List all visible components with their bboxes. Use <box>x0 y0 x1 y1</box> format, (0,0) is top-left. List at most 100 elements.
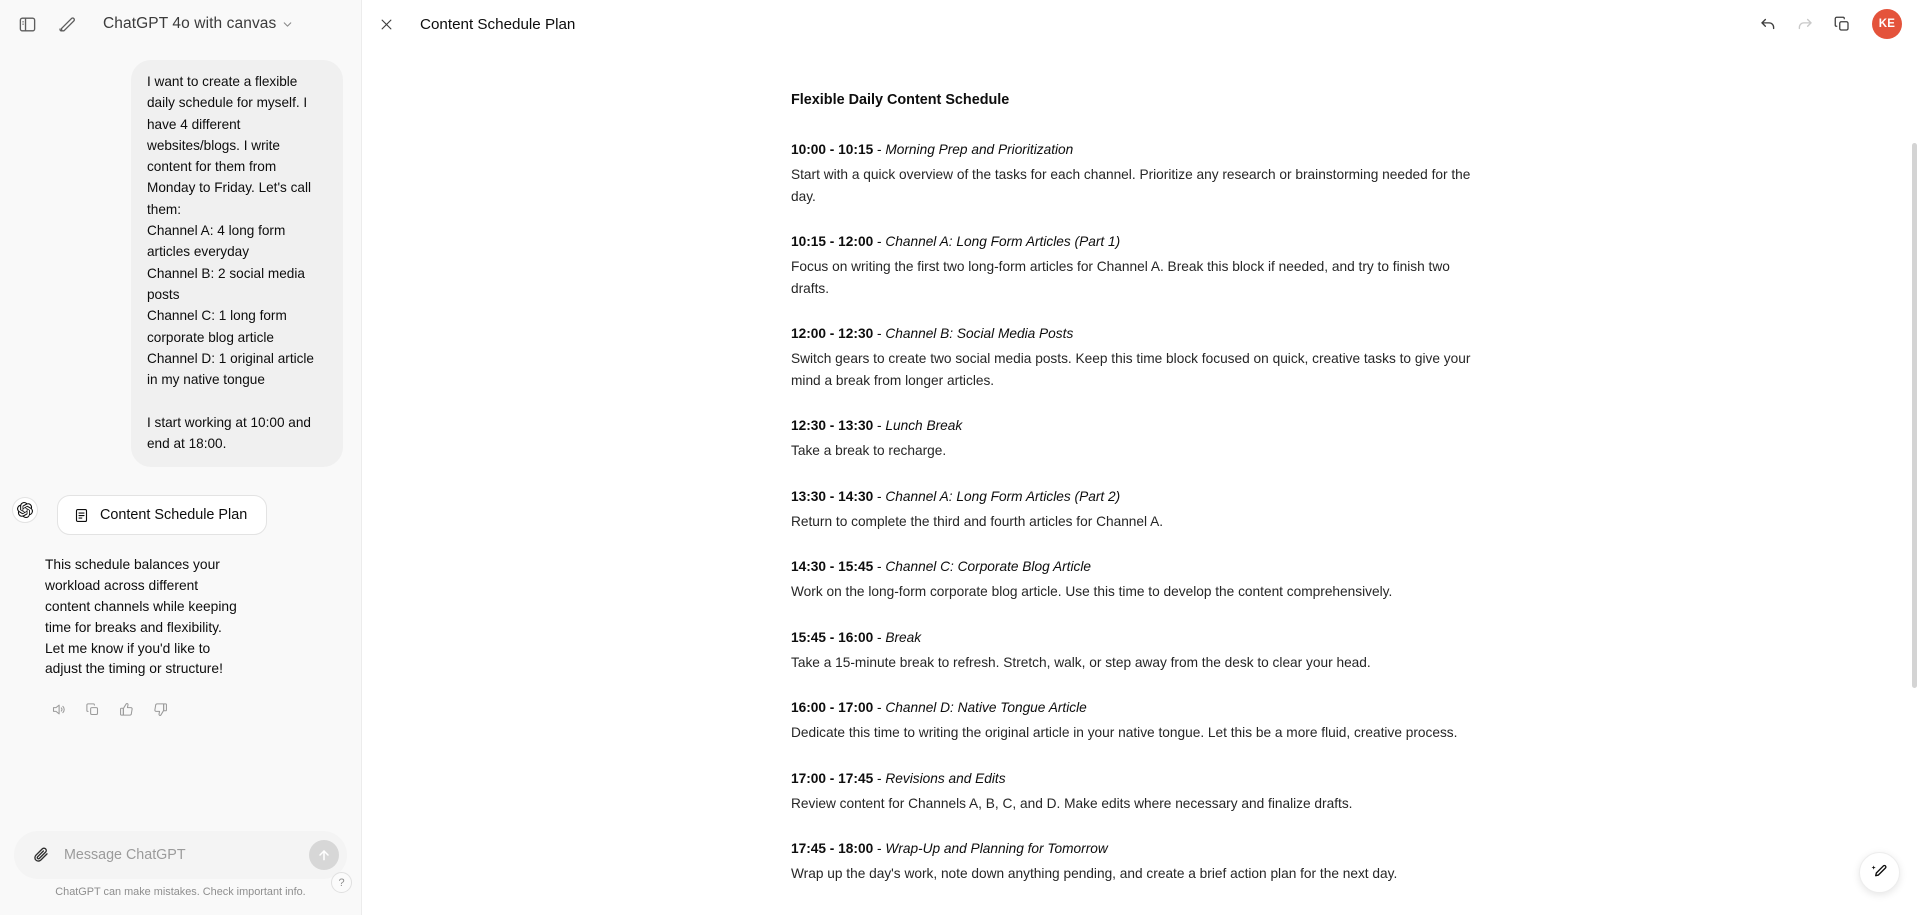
schedule-entry: 17:00 - 17:45 - Revisions and Edits Revie… <box>791 769 1491 815</box>
schedule-entry-separator: - <box>873 700 886 715</box>
schedule-entry-title: Channel B: Social Media Posts <box>885 326 1074 341</box>
close-icon <box>381 19 391 29</box>
edit-with-ai-button[interactable] <box>1859 852 1900 893</box>
schedule-entry-time: 17:45 - 18:00 <box>791 841 874 856</box>
schedule-entry-separator: - <box>873 326 886 341</box>
schedule-entry-time: 12:00 - 12:30 <box>791 326 874 341</box>
attach-file-button[interactable] <box>26 840 56 870</box>
message-input[interactable] <box>64 831 301 879</box>
schedule-entry-description: Return to complete the third and fourth … <box>791 513 1164 529</box>
model-name-label: ChatGPT 4o with canvas <box>103 15 277 32</box>
schedule-entry-description: Take a break to recharge. <box>791 443 947 458</box>
canvas-card-label: Content Schedule Plan <box>100 507 248 524</box>
schedule-entry-header: 16:00 - 17:00 - Channel D: Native Tongue… <box>791 698 1491 718</box>
schedule-entry-title: Lunch Break <box>885 418 963 433</box>
new-chat-button[interactable] <box>50 7 84 41</box>
scrollbar-thumb[interactable] <box>1912 143 1917 688</box>
paperclip-icon <box>34 847 48 862</box>
schedule-entry-description: Wrap up the day's work, note down anythi… <box>791 866 1398 881</box>
user-message-row: I want to create a flexible daily schedu… <box>0 48 361 468</box>
schedule-entry-title: Channel A: Long Form Articles (Part 2) <box>885 488 1121 504</box>
schedule-entry-list: 10:00 - 10:15 - Morning Prep and Priorit… <box>791 140 1491 885</box>
speaker-icon <box>52 704 65 715</box>
schedule-entry: 16:00 - 17:00 - Channel D: Native Tongue… <box>791 698 1491 744</box>
canvas-document-card[interactable]: Content Schedule Plan <box>57 495 268 536</box>
schedule-entry-time: 14:30 - 15:45 <box>791 559 874 574</box>
schedule-entry-separator: - <box>873 234 886 249</box>
assistant-reply-text: This schedule balances your workload acr… <box>45 557 237 677</box>
schedule-entry-header: 17:45 - 18:00 - Wrap-Up and Planning for… <box>791 839 1491 859</box>
schedule-entry: 12:00 - 12:30 - Channel B: Social Media … <box>791 324 1491 391</box>
schedule-entry-title: Break <box>885 629 922 645</box>
schedule-entry-title: Wrap-Up and Planning for Tomorrow <box>885 841 1108 856</box>
copy-document-button[interactable] <box>1825 8 1858 41</box>
undo-button[interactable] <box>1751 8 1784 41</box>
schedule-entry-separator: - <box>873 841 886 856</box>
assistant-body: Content Schedule Plan <box>57 495 343 536</box>
document-scroll-area[interactable]: Flexible Daily Content Schedule 10:00 - … <box>362 48 1920 915</box>
redo-button[interactable] <box>1788 8 1821 41</box>
schedule-entry-header: 13:30 - 14:30 - Channel A: Long Form Art… <box>791 487 1491 507</box>
panel-left-icon <box>19 16 35 32</box>
chevron-down-icon <box>281 18 294 31</box>
schedule-entry-title: Morning Prep and Prioritization <box>885 142 1074 157</box>
schedule-entry: 10:00 - 10:15 - Morning Prep and Priorit… <box>791 140 1491 207</box>
undo-icon <box>1760 18 1774 30</box>
assistant-action-bar <box>45 696 361 722</box>
schedule-entry-time: 16:00 - 17:00 <box>791 700 874 715</box>
toggle-sidebar-button[interactable] <box>10 7 44 41</box>
help-button[interactable]: ? <box>331 872 352 893</box>
canvas-title: Content Schedule Plan <box>420 15 576 33</box>
schedule-entry-description: Start with a quick overview of the tasks… <box>791 167 1471 204</box>
copy-icon <box>1834 16 1849 31</box>
send-message-button[interactable] <box>309 840 339 870</box>
schedule-entry-header: 12:00 - 12:30 - Channel B: Social Media … <box>791 324 1491 344</box>
schedule-entry-separator: - <box>873 559 886 574</box>
thumbs-up-button[interactable] <box>113 696 139 722</box>
openai-logo-icon <box>17 502 33 519</box>
schedule-entry-time: 13:30 - 14:30 <box>791 488 874 504</box>
canvas-pane: Content Schedule Plan KE Flexible Daily … <box>362 0 1920 915</box>
close-canvas-button[interactable] <box>370 8 402 40</box>
chat-topbar: ChatGPT 4o with canvas <box>0 0 361 48</box>
schedule-entry-description: Focus on writing the first two long-form… <box>791 259 1450 296</box>
schedule-entry-description: Take a 15-minute break to refresh. Stret… <box>791 654 1371 670</box>
chat-sidebar: ChatGPT 4o with canvas I want to create … <box>0 0 362 915</box>
schedule-entry-description: Dedicate this time to writing the origin… <box>791 725 1458 740</box>
user-message-bubble: I want to create a flexible daily schedu… <box>131 60 343 468</box>
copy-icon <box>85 702 98 715</box>
schedule-entry: 17:45 - 18:00 - Wrap-Up and Planning for… <box>791 839 1491 885</box>
chat-messages-scroll[interactable]: I want to create a flexible daily schedu… <box>0 48 361 831</box>
redo-icon <box>1798 18 1812 30</box>
schedule-entry-time: 10:00 - 10:15 <box>791 142 874 157</box>
read-aloud-button[interactable] <box>45 696 71 722</box>
schedule-entry-header: 12:30 - 13:30 - Lunch Break <box>791 416 1491 436</box>
thumbs-down-button[interactable] <box>147 696 173 722</box>
schedule-entry: 12:30 - 13:30 - Lunch Break Take a break … <box>791 416 1491 462</box>
message-composer[interactable] <box>14 831 347 879</box>
assistant-message-block: Content Schedule Plan <box>0 467 361 536</box>
schedule-entry-header: 10:15 - 12:00 - Channel A: Long Form Art… <box>791 232 1491 252</box>
schedule-entry-separator: - <box>873 142 886 157</box>
schedule-entry-header: 17:00 - 17:45 - Revisions and Edits <box>791 769 1491 789</box>
model-selector[interactable]: ChatGPT 4o with canvas <box>94 10 303 38</box>
schedule-entry-header: 14:30 - 15:45 - Channel C: Corporate Blo… <box>791 557 1491 577</box>
schedule-entry: 13:30 - 14:30 - Channel A: Long Form Art… <box>791 487 1491 533</box>
chatgpt-canvas-app: ChatGPT 4o with canvas I want to create … <box>0 0 1920 915</box>
copy-message-button[interactable] <box>79 696 105 722</box>
schedule-entry-title: Channel A: Long Form Articles (Part 1) <box>885 234 1121 249</box>
schedule-entry-title: Channel C: Corporate Blog Article <box>885 559 1092 574</box>
schedule-entry-separator: - <box>873 418 886 433</box>
user-avatar[interactable]: KE <box>1872 9 1902 39</box>
schedule-entry-separator: - <box>873 629 886 645</box>
pencil-square-icon <box>58 16 75 32</box>
canvas-topbar: Content Schedule Plan KE <box>362 0 1920 48</box>
disclaimer-text: ChatGPT can make mistakes. Check importa… <box>55 886 306 898</box>
thumbs-up-icon <box>119 702 133 716</box>
schedule-entry-description: Switch gears to create two social media … <box>791 351 1471 388</box>
schedule-entry-time: 15:45 - 16:00 <box>791 629 874 645</box>
schedule-entry-description: Work on the long-form corporate blog art… <box>791 584 1393 599</box>
document-heading: Flexible Daily Content Schedule <box>791 92 1010 108</box>
document-icon <box>75 508 88 522</box>
canvas-document[interactable]: Flexible Daily Content Schedule 10:00 - … <box>791 48 1491 915</box>
